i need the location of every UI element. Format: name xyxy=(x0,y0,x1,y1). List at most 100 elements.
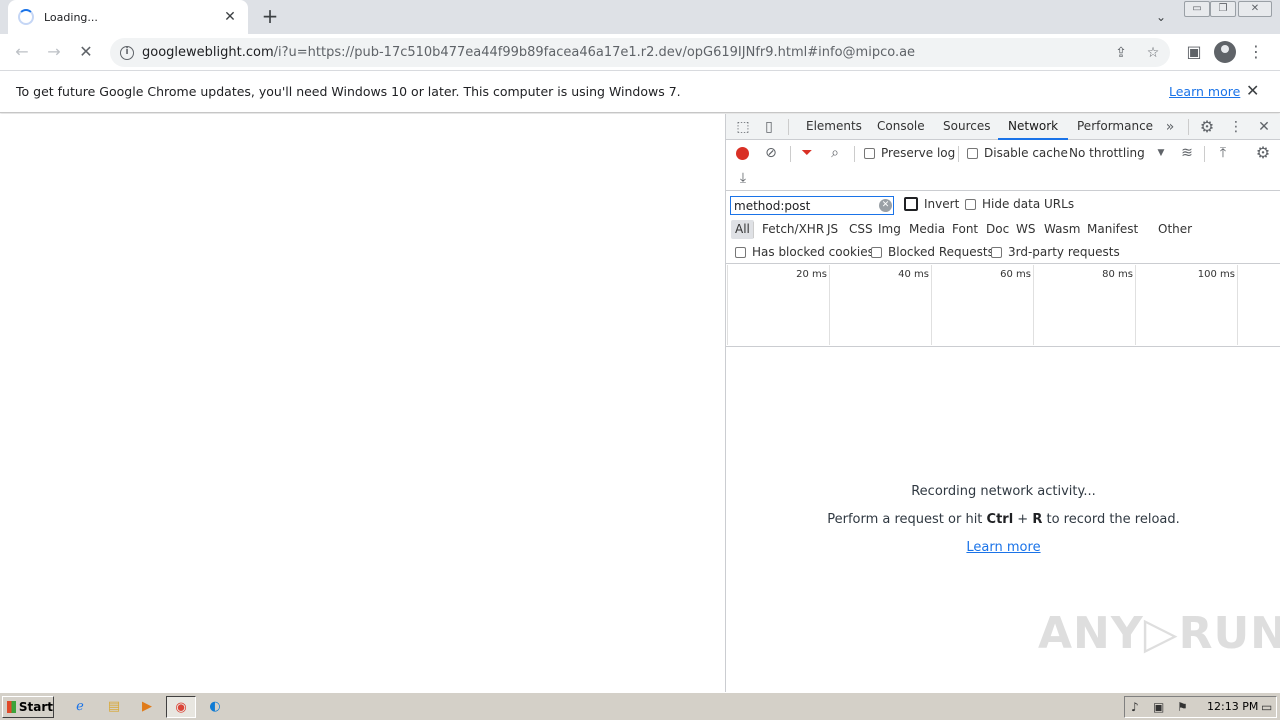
devtools-menu-icon[interactable]: ⋮ xyxy=(1228,118,1244,136)
share-icon[interactable]: ⇪ xyxy=(1110,42,1132,64)
back-icon[interactable]: ← xyxy=(10,40,34,64)
checkbox-box[interactable] xyxy=(967,147,978,159)
browser-tab[interactable]: Loading... ✕ xyxy=(8,0,248,34)
tab-console[interactable]: Console xyxy=(877,114,925,140)
checkbox-box[interactable] xyxy=(904,197,918,211)
internet-explorer-icon[interactable]: ℯ xyxy=(68,696,92,718)
checkbox-box[interactable] xyxy=(735,246,746,258)
show-desktop-icon[interactable]: ▭ xyxy=(1261,700,1272,714)
volume-icon[interactable]: ♪ xyxy=(1131,700,1139,714)
clear-icon[interactable]: ⊘ xyxy=(762,144,780,162)
network-overview-timeline[interactable]: 20 ms 40 ms 60 ms 80 ms 100 ms xyxy=(726,265,1280,347)
reload-hint-prefix: Perform a request or hit xyxy=(827,512,987,527)
inspect-element-icon[interactable]: ⬚ xyxy=(734,118,752,136)
type-filter-wasm[interactable]: Wasm xyxy=(1040,220,1084,239)
type-filter-font[interactable]: Font xyxy=(948,220,982,239)
stop-loading-icon[interactable]: ✕ xyxy=(74,40,98,64)
restore-button[interactable]: ❐ xyxy=(1210,1,1236,17)
separator xyxy=(958,146,959,162)
chrome-taskbar-icon[interactable]: ◉ xyxy=(166,696,196,718)
devtools-close-icon[interactable]: ✕ xyxy=(1256,118,1272,136)
timeline-label: 40 ms xyxy=(898,269,929,280)
type-filter-media[interactable]: Media xyxy=(905,220,949,239)
timeline-gridline xyxy=(1135,265,1136,345)
timeline-label: 80 ms xyxy=(1102,269,1133,280)
tab-search-icon[interactable]: ⌄ xyxy=(1150,6,1172,28)
infobar-learn-more-link[interactable]: Learn more xyxy=(1169,84,1240,99)
edge-icon[interactable]: ◐ xyxy=(203,696,227,718)
throttling-select[interactable]: No throttling xyxy=(1069,146,1145,160)
timeline-gridline xyxy=(829,265,830,345)
bookmark-star-icon[interactable]: ☆ xyxy=(1142,42,1164,64)
timeline-gridline xyxy=(727,265,728,345)
tab-elements[interactable]: Elements xyxy=(806,114,862,140)
system-tray: ♪ ▣ ⚑ 12:13 PM ▭ xyxy=(1124,696,1277,718)
type-filter-all[interactable]: All xyxy=(731,220,754,239)
devtools-settings-icon[interactable]: ⚙ xyxy=(1198,118,1216,136)
third-party-requests-checkbox[interactable]: 3rd-party requests xyxy=(991,245,1120,259)
search-icon[interactable]: ⌕ xyxy=(826,144,844,162)
infobar-close-icon[interactable]: ✕ xyxy=(1246,81,1259,100)
side-panel-icon[interactable]: ▣ xyxy=(1182,40,1206,64)
close-window-button[interactable]: ✕ xyxy=(1238,1,1272,17)
checkbox-box[interactable] xyxy=(965,198,976,210)
device-toolbar-icon[interactable]: ▯ xyxy=(760,118,778,136)
type-filter-css[interactable]: CSS xyxy=(845,220,877,239)
type-filter-doc[interactable]: Doc xyxy=(982,220,1013,239)
minimize-button[interactable]: ▭ xyxy=(1184,1,1210,17)
chrome-menu-icon[interactable]: ⋮ xyxy=(1244,40,1268,64)
type-filter-manifest[interactable]: Manifest xyxy=(1083,220,1142,239)
start-button[interactable]: Start xyxy=(2,696,54,718)
type-filter-other[interactable]: Other xyxy=(1154,220,1196,239)
type-filter-fetch-xhr[interactable]: Fetch/XHR xyxy=(758,220,828,239)
more-tabs-icon[interactable]: » xyxy=(1162,118,1178,136)
tab-network[interactable]: Network xyxy=(998,114,1069,140)
loading-spinner-icon xyxy=(18,9,34,25)
import-har-icon[interactable]: ⤒ xyxy=(1214,144,1232,162)
site-info-icon[interactable]: i xyxy=(120,45,134,60)
reload-hint-suffix: to record the reload. xyxy=(1042,512,1180,527)
address-bar[interactable]: i googleweblight.com/i?u=https://pub-17c… xyxy=(110,38,1170,67)
type-filter-js[interactable]: JS xyxy=(823,220,842,239)
timeline-gridline xyxy=(931,265,932,345)
new-tab-button[interactable]: + xyxy=(258,5,282,29)
timeline-label: 20 ms xyxy=(796,269,827,280)
disable-cache-checkbox[interactable]: Disable cache xyxy=(967,146,1068,160)
third-party-requests-label: 3rd-party requests xyxy=(1008,245,1120,259)
url-host: googleweblight.com xyxy=(142,45,274,60)
hide-data-urls-checkbox[interactable]: Hide data URLs xyxy=(965,197,1074,211)
type-filter-ws[interactable]: WS xyxy=(1012,220,1039,239)
file-explorer-icon[interactable]: ▤ xyxy=(102,696,126,718)
action-center-flag-icon[interactable]: ⚑ xyxy=(1177,700,1188,714)
network-icon[interactable]: ▣ xyxy=(1153,700,1164,714)
clock[interactable]: 12:13 PM xyxy=(1207,700,1258,713)
tab-sources[interactable]: Sources xyxy=(943,114,990,140)
shortcut-key-r: R xyxy=(1032,512,1043,527)
checkbox-box[interactable] xyxy=(991,246,1002,258)
clear-filter-icon[interactable]: ✕ xyxy=(879,199,892,212)
media-player-icon[interactable]: ▶ xyxy=(135,696,159,718)
checkbox-box[interactable] xyxy=(864,147,875,159)
filter-input[interactable] xyxy=(730,196,894,215)
filter-icon[interactable]: ⏷ xyxy=(798,144,816,162)
url-text[interactable]: googleweblight.com/i?u=https://pub-17c51… xyxy=(142,45,915,60)
page-viewport xyxy=(0,114,725,692)
throttling-dropdown-icon[interactable]: ▼ xyxy=(1154,144,1168,162)
tab-performance[interactable]: Performance xyxy=(1077,114,1153,140)
preserve-log-checkbox[interactable]: Preserve log xyxy=(864,146,955,160)
tab-close-icon[interactable]: ✕ xyxy=(222,9,238,25)
record-icon[interactable] xyxy=(736,147,749,160)
devtools-learn-more-link[interactable]: Learn more xyxy=(726,540,1280,555)
profile-avatar-icon[interactable] xyxy=(1214,41,1236,63)
checkbox-box[interactable] xyxy=(871,246,882,258)
devtools-tab-bar: ⬚ ▯ Elements Console Sources Network Per… xyxy=(726,114,1280,140)
blocked-requests-checkbox[interactable]: Blocked Requests xyxy=(871,245,994,259)
invert-checkbox[interactable]: Invert xyxy=(904,197,959,211)
separator xyxy=(1188,119,1189,135)
network-settings-icon[interactable]: ⚙ xyxy=(1254,144,1272,162)
export-har-icon[interactable]: ⤓ xyxy=(734,169,752,187)
forward-icon[interactable]: → xyxy=(42,40,66,64)
has-blocked-cookies-checkbox[interactable]: Has blocked cookies xyxy=(735,245,874,259)
network-conditions-icon[interactable]: ≋ xyxy=(1178,144,1196,162)
type-filter-img[interactable]: Img xyxy=(874,220,905,239)
